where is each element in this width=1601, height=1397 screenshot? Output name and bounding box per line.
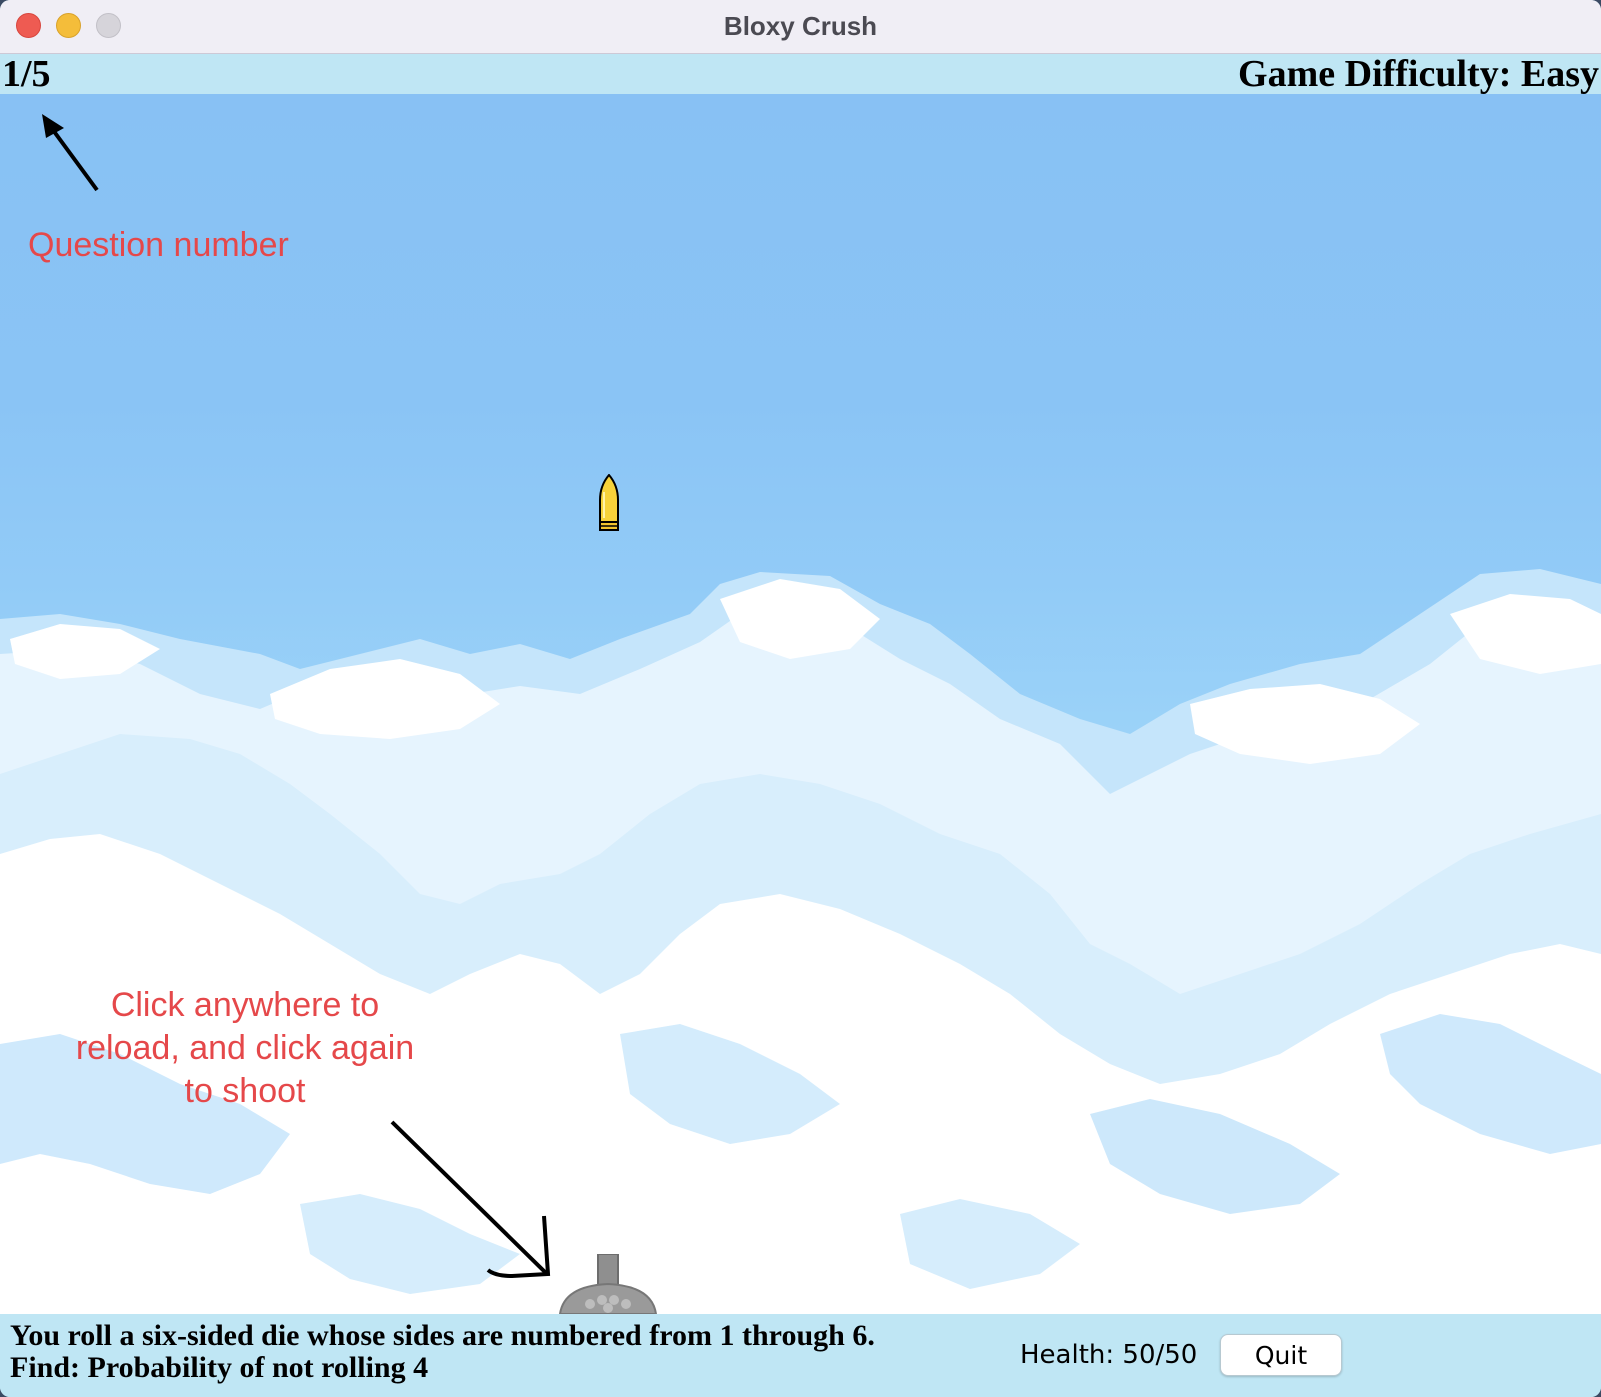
clouds-background bbox=[0, 569, 1601, 1314]
problem-line-2: Find: Probability of not rolling 4 bbox=[10, 1351, 429, 1384]
quit-button[interactable]: Quit bbox=[1220, 1334, 1342, 1376]
problem-line-1: You roll a six-sided die whose sides are… bbox=[10, 1319, 875, 1352]
title-bar: Bloxy Crush bbox=[0, 0, 1601, 54]
cannon-icon[interactable] bbox=[558, 1254, 658, 1314]
difficulty-label: Game Difficulty: Easy bbox=[1238, 53, 1599, 95]
question-number-annotation: Question number bbox=[28, 226, 289, 264]
question-number: 1/5 bbox=[2, 53, 51, 95]
bullet-icon bbox=[599, 474, 619, 531]
bottom-bar: You roll a six-sided die whose sides are… bbox=[0, 1314, 1601, 1397]
game-canvas[interactable]: Question number Click anywhere to reload… bbox=[0, 94, 1601, 1314]
hud-bar: 1/5 Game Difficulty: Easy bbox=[0, 54, 1601, 94]
reload-hint-annotation: Click anywhere to reload, and click agai… bbox=[75, 986, 415, 1110]
window-title: Bloxy Crush bbox=[723, 11, 878, 41]
game-window: Bloxy Crush 1/5 Game Difficulty: Easy Qu… bbox=[0, 0, 1601, 1397]
health-label: Health: 50/50 bbox=[1020, 1340, 1198, 1370]
problem-text: You roll a six-sided die whose sides are… bbox=[10, 1320, 875, 1384]
